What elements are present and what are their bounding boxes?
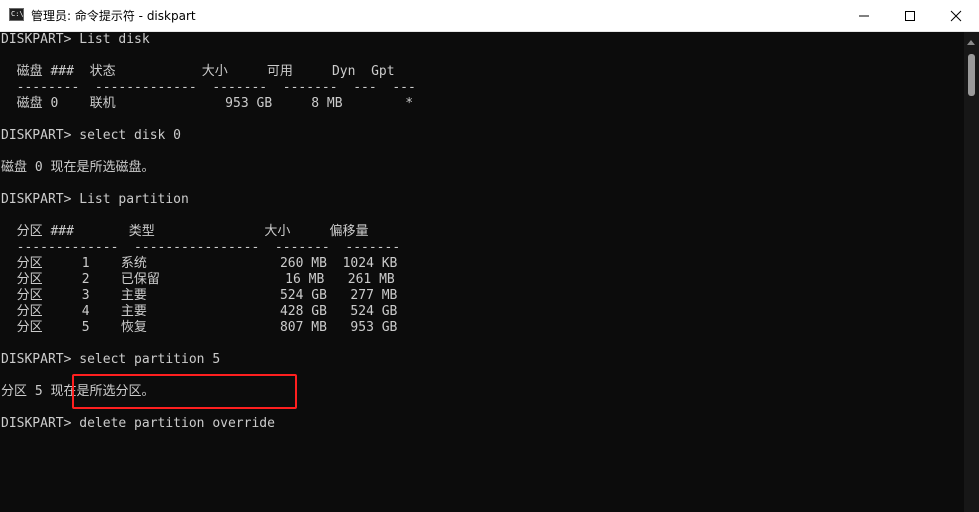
console-line: 磁盘 0 联机 953 GB 8 MB * [1, 96, 414, 111]
console-line: ------------- ---------------- ------- -… [1, 240, 401, 255]
scroll-up-arrow-icon[interactable] [967, 40, 975, 45]
console-line: 分区 2 已保留 16 MB 261 MB [1, 272, 395, 287]
console-output[interactable]: DISKPART> List disk 磁盘 ### 状态 大小 可用 Dyn … [0, 32, 964, 512]
console-line: DISKPART> List disk [1, 32, 150, 47]
maximize-button[interactable] [887, 0, 933, 31]
cmd-icon: C:\ [9, 8, 24, 21]
console-line: 磁盘 ### 状态 大小 可用 Dyn Gpt [1, 64, 395, 79]
console-line: DISKPART> delete partition override [1, 416, 275, 431]
window-title: 管理员: 命令提示符 - diskpart [31, 9, 196, 23]
vertical-scrollbar[interactable] [964, 32, 979, 512]
console-line: 分区 ### 类型 大小 偏移量 [1, 224, 369, 239]
cmd-icon-glyph: C:\ [11, 10, 24, 18]
console-line: DISKPART> select disk 0 [1, 128, 182, 143]
close-button[interactable] [933, 0, 979, 31]
console-line: 分区 1 系统 260 MB 1024 KB [1, 256, 398, 271]
minimize-button[interactable] [841, 0, 887, 31]
console-line: DISKPART> select partition 5 [1, 352, 221, 367]
console-line: 分区 5 恢复 807 MB 953 GB [1, 320, 398, 335]
close-icon [950, 10, 962, 22]
console-line: 分区 3 主要 524 GB 277 MB [1, 288, 398, 303]
console-line: 磁盘 0 现在是所选磁盘。 [1, 160, 155, 175]
console-line: -------- ------------- ------- ------- -… [1, 80, 416, 95]
scroll-thumb[interactable] [968, 54, 975, 96]
command-highlight-box [72, 374, 297, 409]
console-line: 分区 4 主要 428 GB 524 GB [1, 304, 398, 319]
title-bar[interactable]: C:\ 管理员: 命令提示符 - diskpart [0, 0, 979, 32]
maximize-icon [905, 11, 915, 21]
minimize-icon [859, 15, 869, 17]
console-line: DISKPART> List partition [1, 192, 189, 207]
command-prompt-window: C:\ 管理员: 命令提示符 - diskpart DISKPART> List… [0, 0, 979, 512]
